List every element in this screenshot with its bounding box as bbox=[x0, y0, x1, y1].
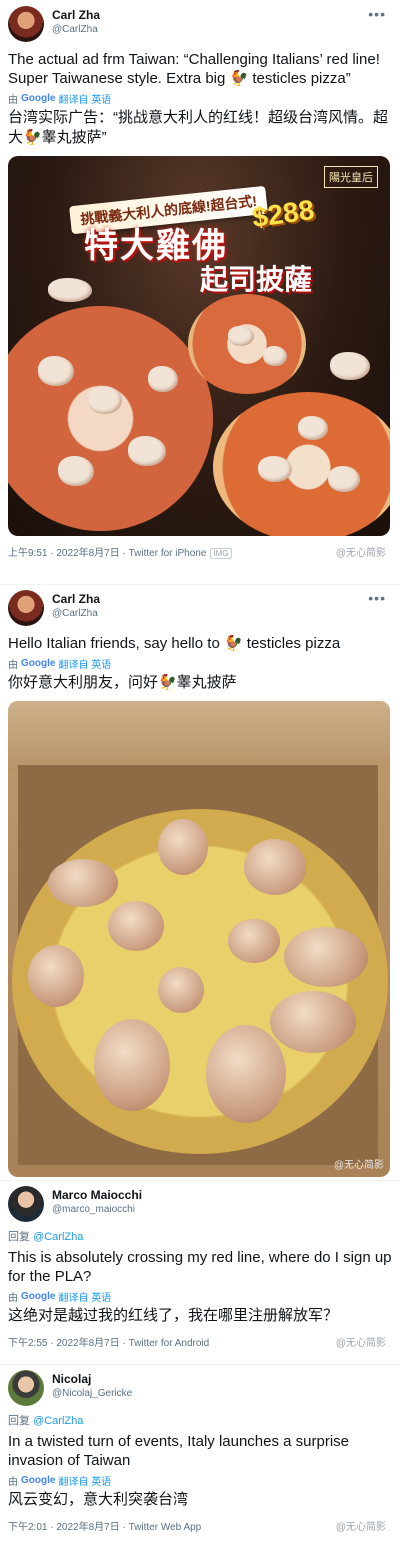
ad-subline: 起司披薩 bbox=[200, 264, 313, 295]
topping bbox=[58, 456, 94, 486]
tweet-translation: 风云变幻，意大利突袭台湾 bbox=[8, 1491, 189, 1508]
avatar[interactable] bbox=[8, 1186, 44, 1222]
topping bbox=[158, 967, 204, 1013]
tweet-header: Marco Maiocchi @marco_maiocchi bbox=[8, 1182, 392, 1226]
divider bbox=[0, 584, 400, 585]
avatar[interactable] bbox=[8, 6, 44, 42]
translate-prefix: 由 bbox=[8, 659, 18, 671]
reply-context: 回复 @CarlZha bbox=[8, 1228, 392, 1244]
google-translate-icon: Google bbox=[21, 1474, 56, 1486]
floating-topping bbox=[48, 278, 92, 302]
translation-bar: 由 Google 翻译自 英语 bbox=[8, 656, 392, 671]
google-translate-icon: Google bbox=[21, 657, 56, 669]
tweet-meta: 下午2:01 · 2022年8月7日 · Twitter Web App @无心… bbox=[8, 1518, 392, 1533]
brand-logo: 陽光皇后 bbox=[324, 166, 378, 188]
tweet-text: The actual ad frm Taiwan: “Challenging I… bbox=[8, 51, 380, 87]
topping bbox=[94, 1019, 170, 1111]
reply-context: 回复 @CarlZha bbox=[8, 1412, 392, 1428]
tweet-text: This is absolutely crossing my red line,… bbox=[8, 1249, 392, 1285]
reply-to-handle[interactable]: @CarlZha bbox=[33, 1415, 83, 1427]
author-handle[interactable]: @CarlZha bbox=[52, 24, 98, 35]
author-name[interactable]: Nicolaj bbox=[52, 1372, 91, 1386]
tweet-translation: 你好意大利朋友，问好🐓睾丸披萨 bbox=[8, 674, 237, 691]
author-handle[interactable]: @CarlZha bbox=[52, 608, 98, 619]
divider bbox=[0, 1364, 400, 1365]
tweet-2[interactable]: Carl Zha @CarlZha ••• Hello Italian frie… bbox=[0, 586, 400, 1177]
topping bbox=[158, 819, 208, 875]
tweet-text: Hello Italian friends, say hello to 🐓 te… bbox=[8, 635, 341, 652]
author-handle[interactable]: @Nicolaj_Gericke bbox=[52, 1388, 132, 1399]
timestamp[interactable]: 下午2:01 · 2022年8月7日 · Twitter Web App bbox=[8, 1522, 201, 1533]
timestamp[interactable]: 上午9:51 · 2022年8月7日 · Twitter for iPhone bbox=[8, 548, 206, 559]
topping bbox=[298, 416, 328, 440]
pizza-box-photo[interactable]: @无心简影 bbox=[8, 701, 390, 1177]
google-translate-icon: Google bbox=[21, 1290, 56, 1302]
tweet-meta: 下午2:55 · 2022年8月7日 · Twitter for Android… bbox=[8, 1334, 392, 1349]
translation-bar: 由 Google 翻译自 英语 bbox=[8, 1473, 392, 1488]
google-translate-icon: Google bbox=[21, 92, 56, 104]
topping bbox=[28, 945, 84, 1007]
tweet-4[interactable]: Nicolaj @Nicolaj_Gericke 回复 @CarlZha In … bbox=[0, 1366, 400, 1533]
box-lid bbox=[8, 701, 390, 771]
watermark: @无心简影 bbox=[335, 1522, 386, 1533]
topping bbox=[258, 456, 292, 482]
translate-prefix: 由 bbox=[8, 94, 18, 106]
tweet-1[interactable]: Carl Zha @CarlZha ••• The actual ad frm … bbox=[0, 2, 400, 559]
tweet-translation: 这绝对是越过我的红线了，我在哪里注册解放军？ bbox=[8, 1307, 339, 1324]
tweet-header: Carl Zha @CarlZha ••• bbox=[8, 2, 392, 46]
tweet-text: In a twisted turn of events, Italy launc… bbox=[8, 1433, 350, 1469]
topping bbox=[128, 436, 166, 466]
ad-image[interactable]: 陽光皇后 挑戰義大利人的底線!超台式! 特大雞佛 $288 起司披薩 bbox=[8, 156, 390, 536]
more-dots-icon[interactable]: ••• bbox=[368, 590, 386, 606]
translate-link[interactable]: 翻译自 英语 bbox=[58, 91, 111, 106]
divider bbox=[0, 1180, 400, 1181]
translation-bar: 由 Google 翻译自 英语 bbox=[8, 1289, 392, 1304]
topping bbox=[244, 839, 306, 895]
tweet-3[interactable]: Marco Maiocchi @marco_maiocchi 回复 @CarlZ… bbox=[0, 1182, 400, 1349]
floating-topping bbox=[330, 352, 370, 380]
topping bbox=[228, 919, 280, 963]
tweet-header: Carl Zha @CarlZha ••• bbox=[8, 586, 392, 630]
author-handle[interactable]: @marco_maiocchi bbox=[52, 1204, 135, 1215]
translate-prefix: 由 bbox=[8, 1292, 18, 1304]
watermark: @无心简影 bbox=[335, 1338, 386, 1349]
watermark: @无心简影 bbox=[335, 548, 386, 559]
tweet-header: Nicolaj @Nicolaj_Gericke bbox=[8, 1366, 392, 1410]
pizza-right bbox=[213, 392, 390, 536]
topping bbox=[206, 1025, 286, 1123]
tweet-translation: 台湾实际广告：“挑战意大利人的红线！超级台湾风情。超大🐓睾丸披萨” bbox=[8, 109, 388, 146]
timestamp[interactable]: 下午2:55 · 2022年8月7日 · Twitter for Android bbox=[8, 1338, 209, 1349]
translate-link[interactable]: 翻译自 英语 bbox=[58, 1473, 111, 1488]
avatar[interactable] bbox=[8, 590, 44, 626]
avatar[interactable] bbox=[8, 1370, 44, 1406]
topping bbox=[48, 859, 118, 907]
topping bbox=[328, 466, 360, 492]
translate-prefix: 由 bbox=[8, 1476, 18, 1488]
translation-bar: 由 Google 翻译自 英语 bbox=[8, 91, 392, 106]
reply-label: 回复 bbox=[8, 1231, 30, 1243]
topping bbox=[263, 346, 287, 366]
topping bbox=[284, 927, 368, 987]
watermark: @无心简影 bbox=[333, 1160, 384, 1171]
tweet-meta: 上午9:51 · 2022年8月7日 · Twitter for iPhone I… bbox=[8, 544, 392, 559]
topping bbox=[38, 356, 74, 386]
reply-label: 回复 bbox=[8, 1415, 30, 1427]
topping bbox=[270, 991, 356, 1053]
image-badge: IMG bbox=[210, 548, 232, 559]
translate-link[interactable]: 翻译自 英语 bbox=[58, 656, 111, 671]
topping bbox=[108, 901, 164, 951]
author-name[interactable]: Carl Zha bbox=[52, 8, 100, 22]
author-name[interactable]: Carl Zha bbox=[52, 592, 100, 606]
pizza-left bbox=[8, 306, 213, 531]
reply-to-handle[interactable]: @CarlZha bbox=[33, 1231, 83, 1243]
author-name[interactable]: Marco Maiocchi bbox=[52, 1188, 142, 1202]
topping bbox=[88, 386, 122, 414]
translate-link[interactable]: 翻译自 英语 bbox=[58, 1289, 111, 1304]
topping bbox=[228, 326, 254, 346]
more-dots-icon[interactable]: ••• bbox=[368, 6, 386, 22]
topping bbox=[148, 366, 178, 392]
